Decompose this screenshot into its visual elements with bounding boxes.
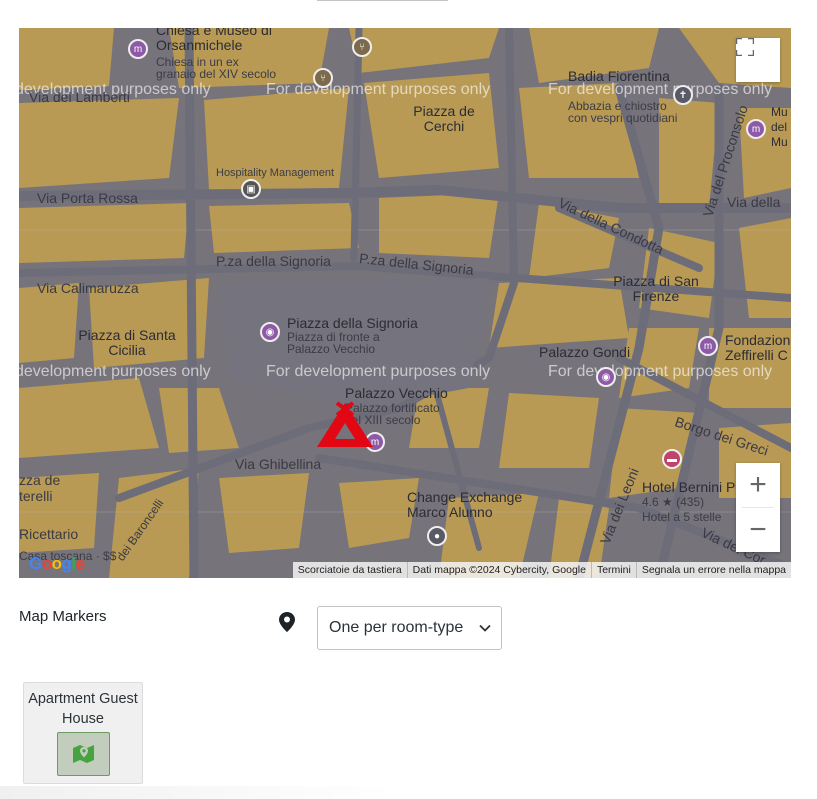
place-sublabel: Chiesa in un ex granaio del XIV secolo bbox=[156, 55, 277, 81]
select-value: One per room-type bbox=[329, 619, 464, 636]
map-marker-icon bbox=[72, 745, 94, 763]
map-markers-select[interactable]: One per room-type bbox=[317, 606, 502, 650]
map-watermark: development purposes only bbox=[19, 363, 211, 380]
street-label: Via Calimaruzza bbox=[37, 280, 139, 296]
room-type-card: Apartment Guest House bbox=[23, 682, 143, 784]
terms-link[interactable]: Termini bbox=[590, 562, 636, 578]
hotel-rating: 4.6 ★ (435) bbox=[642, 495, 705, 509]
map-markers-label: Map Markers bbox=[19, 608, 107, 625]
place-label[interactable]: Palazzo Gondi bbox=[539, 345, 630, 360]
place-label[interactable]: zza de bbox=[19, 472, 60, 488]
zoom-out-button[interactable]: − bbox=[736, 508, 780, 552]
street-label: P.za della Signoria bbox=[216, 253, 331, 269]
place-label[interactable]: Ricettario bbox=[19, 526, 78, 542]
keyboard-shortcuts-link[interactable]: Scorciatoie da tastiera bbox=[293, 562, 407, 578]
map-attribution: Scorciatoie da tastiera Dati mappa ©2024… bbox=[292, 562, 791, 578]
location-pin-icon bbox=[279, 612, 295, 632]
place-label[interactable]: Chiesa e Museo di Orsanmichele bbox=[156, 28, 296, 53]
top-divider bbox=[317, 0, 448, 1]
street-label: Via dei Lamberti bbox=[29, 89, 130, 105]
map-marker-icon[interactable] bbox=[315, 401, 375, 449]
place-label[interactable]: terelli bbox=[19, 488, 52, 504]
restaurant-icon[interactable]: ⑂ bbox=[352, 37, 372, 57]
google-map[interactable]: development purposes only For developmen… bbox=[19, 28, 791, 578]
hotel-class: Hotel a 5 stelle bbox=[642, 510, 722, 524]
place-sublabel: Abbazia e chiostro con vespri quotidiani bbox=[568, 99, 678, 125]
school-icon[interactable]: ▣ bbox=[241, 179, 261, 199]
place-label[interactable]: Hotel Bernini P bbox=[642, 480, 735, 495]
map-watermark: For development purposes only bbox=[266, 363, 491, 380]
zoom-controls: + − bbox=[736, 463, 780, 552]
map-watermark: For development purposes only bbox=[548, 363, 773, 380]
street-label: Via della bbox=[727, 194, 781, 210]
restaurant-icon[interactable]: ⑂ bbox=[313, 68, 333, 88]
place-label[interactable]: Change Exchange Marco Alunno bbox=[407, 490, 537, 520]
poi-dot-icon[interactable]: ● bbox=[427, 526, 447, 546]
museum-icon[interactable]: m bbox=[746, 119, 766, 139]
report-error-link[interactable]: Segnala un errore nella mappa bbox=[635, 562, 791, 578]
place-label[interactable]: Piazza di Santa Cicilia bbox=[77, 328, 177, 358]
place-label[interactable]: Badia Fiorentina bbox=[568, 69, 670, 84]
street-label: Via Porta Rossa bbox=[37, 190, 138, 206]
bottom-shadow bbox=[0, 786, 400, 799]
church-icon[interactable]: ✝ bbox=[673, 85, 693, 105]
place-label[interactable]: Mu del Mu bbox=[771, 105, 791, 150]
room-type-name: Apartment Guest House bbox=[28, 691, 138, 727]
map-watermark: For development purposes only bbox=[266, 81, 491, 98]
google-logo[interactable]: Google bbox=[29, 554, 85, 574]
map-data-credit: Dati mappa ©2024 Cybercity, Google bbox=[406, 562, 591, 578]
landmark-icon[interactable]: ◉ bbox=[260, 322, 280, 342]
hotel-icon[interactable]: ▬ bbox=[662, 449, 682, 469]
place-sublabel: Piazza di fronte a Palazzo Vecchio bbox=[287, 330, 380, 356]
place-label[interactable]: Palazzo Vecchio bbox=[345, 386, 448, 401]
room-type-marker-button[interactable] bbox=[57, 732, 110, 776]
zoom-in-button[interactable]: + bbox=[736, 463, 780, 507]
fullscreen-button[interactable] bbox=[736, 38, 780, 82]
museum-icon[interactable]: m bbox=[128, 39, 148, 59]
place-label[interactable]: Piazza de Cerchi bbox=[409, 104, 479, 134]
place-label[interactable]: Piazza della Signoria bbox=[287, 316, 418, 331]
museum-icon[interactable]: m bbox=[698, 336, 718, 356]
street-label: Via Ghibellina bbox=[235, 456, 322, 472]
place-label[interactable]: Fondazion Zeffirelli C bbox=[725, 333, 791, 363]
place-label[interactable]: Piazza di San Firenze bbox=[611, 274, 701, 304]
chevron-down-icon bbox=[479, 624, 491, 632]
landmark-icon[interactable]: ◉ bbox=[596, 367, 616, 387]
fullscreen-icon bbox=[736, 38, 754, 56]
place-label[interactable]: Hospitality Management bbox=[216, 167, 334, 179]
